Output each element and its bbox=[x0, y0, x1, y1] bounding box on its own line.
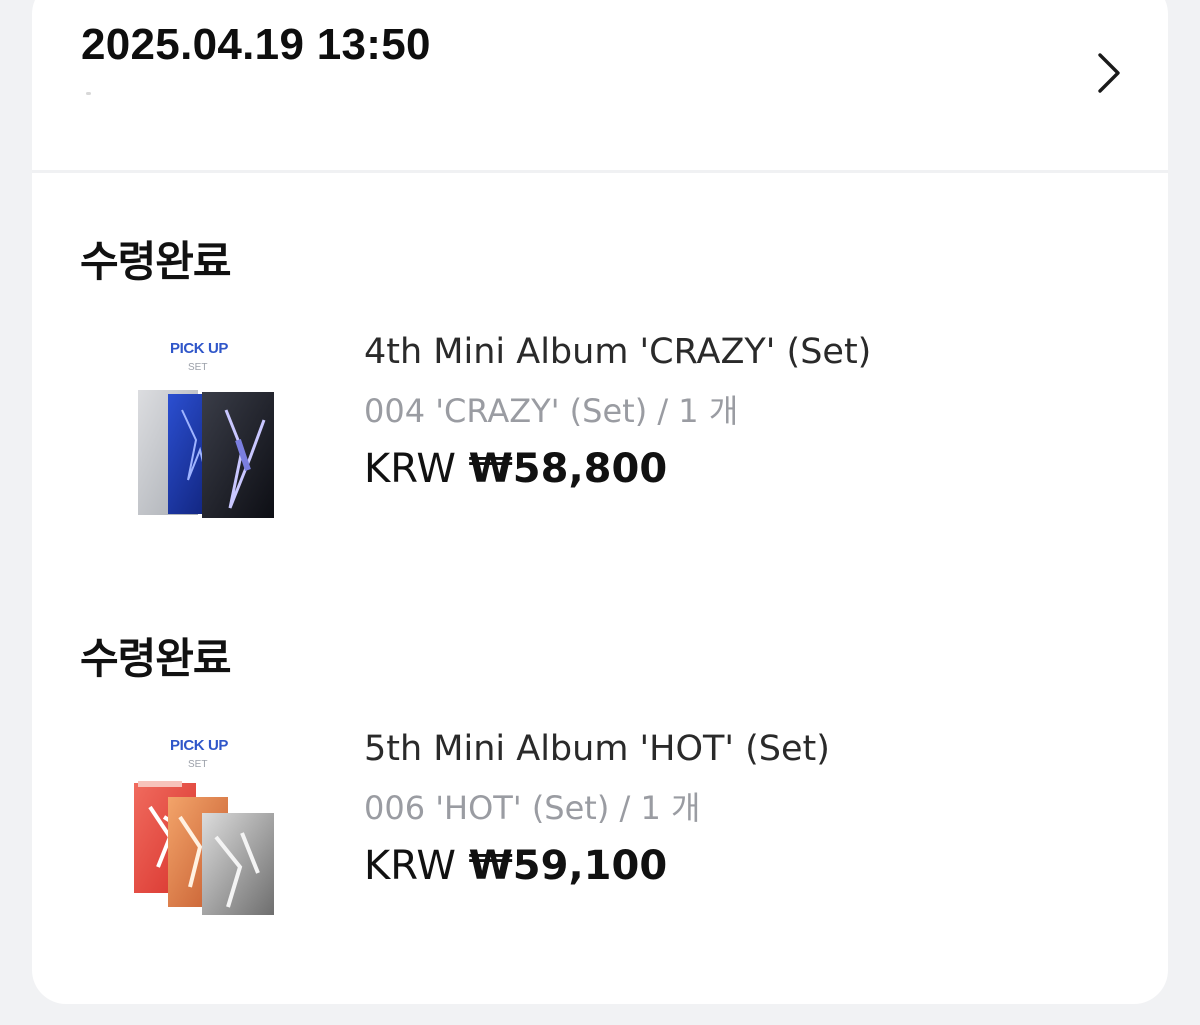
product-title: 5th Mini Album 'HOT' (Set) bbox=[364, 729, 830, 769]
product-info[interactable]: 4th Mini Album 'CRAZY' (Set) 004 'CRAZY'… bbox=[364, 332, 871, 492]
order-header[interactable]: 2025.04.19 13:50 bbox=[32, 0, 1168, 173]
product-thumbnail[interactable]: PICK UP SET bbox=[130, 340, 280, 555]
header-divider bbox=[32, 170, 1168, 173]
album-cover-image bbox=[134, 781, 274, 915]
product-title: 4th Mini Album 'CRAZY' (Set) bbox=[364, 332, 872, 372]
item-status: 수령완료 bbox=[80, 237, 232, 286]
product-option: 004 'CRAZY' (Set) / 1 개 bbox=[364, 392, 739, 430]
album-cover-image bbox=[138, 390, 274, 518]
product-price: KRW ₩58,800 bbox=[364, 446, 871, 492]
thumb-sub: SET bbox=[188, 362, 208, 373]
product-option: 006 'HOT' (Set) / 1 개 bbox=[364, 789, 701, 827]
order-datetime: 2025.04.19 13:50 bbox=[81, 20, 431, 69]
price-currency: KRW bbox=[364, 843, 456, 889]
price-currency: KRW bbox=[364, 446, 456, 492]
thumb-badge: PICK UP bbox=[170, 340, 229, 357]
price-amount: ₩59,100 bbox=[468, 843, 668, 889]
product-thumbnail[interactable]: PICK UP SET bbox=[130, 737, 280, 952]
price-amount: ₩58,800 bbox=[468, 446, 668, 492]
thumb-badge: PICK UP bbox=[170, 737, 229, 754]
thumb-sub: SET bbox=[188, 759, 208, 770]
product-price: KRW ₩59,100 bbox=[364, 843, 830, 889]
order-subtext bbox=[86, 92, 91, 95]
product-info[interactable]: 5th Mini Album 'HOT' (Set) 006 'HOT' (Se… bbox=[364, 729, 830, 889]
order-card: 2025.04.19 13:50 수령완료 PICK UP SET 4th Mi… bbox=[32, 0, 1168, 1004]
chevron-right-icon[interactable] bbox=[1090, 51, 1130, 95]
item-status: 수령완료 bbox=[80, 634, 232, 683]
